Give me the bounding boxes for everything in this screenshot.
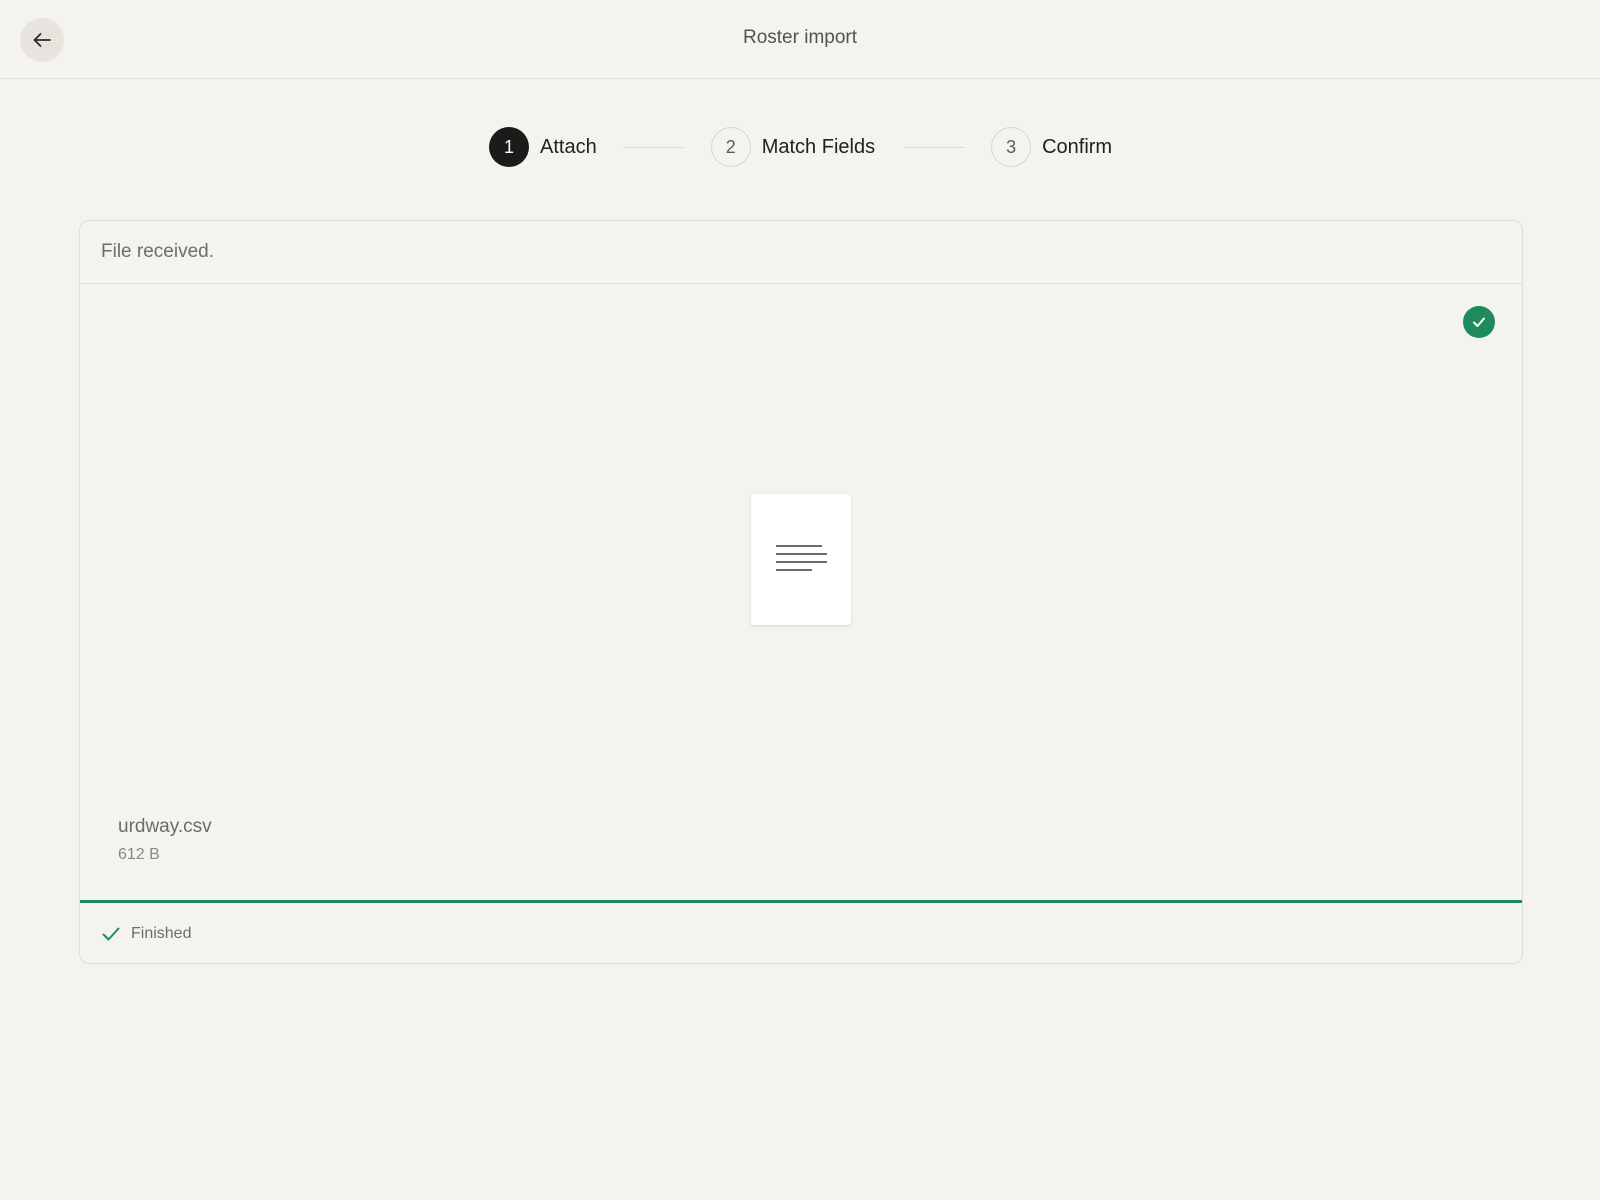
step-attach[interactable]: 1 Attach [489,127,597,167]
step-connector [622,146,683,148]
file-name: urdway.csv [118,816,212,837]
page-title: Roster import [742,27,858,48]
upload-dropzone[interactable]: urdway.csv 612 B [80,284,1522,900]
check-icon [101,924,121,944]
top-bar: Roster import [0,0,1600,79]
check-circle-icon [1463,306,1495,338]
step-confirm[interactable]: 3 Confirm [991,127,1112,167]
step-label: Attach [540,135,597,158]
file-preview [751,494,851,625]
file-size: 612 B [118,846,160,863]
step-label: Match Fields [761,135,876,158]
step-label: Confirm [1042,135,1113,158]
upload-status: Finished [80,903,1522,963]
upload-card: File received. urdway.csv 612 B Finished [79,220,1523,964]
step-match-fields[interactable]: 2 Match Fields [710,127,876,167]
status-label: Finished [131,924,192,942]
step-number: 2 [710,127,751,167]
stepper: 1 Attach 2 Match Fields 3 Confirm [489,127,1112,167]
step-number: 1 [489,127,529,167]
step-connector [904,146,965,148]
upload-heading: File received. [80,221,1522,284]
step-number: 3 [991,127,1032,167]
document-lines-icon [776,544,827,571]
